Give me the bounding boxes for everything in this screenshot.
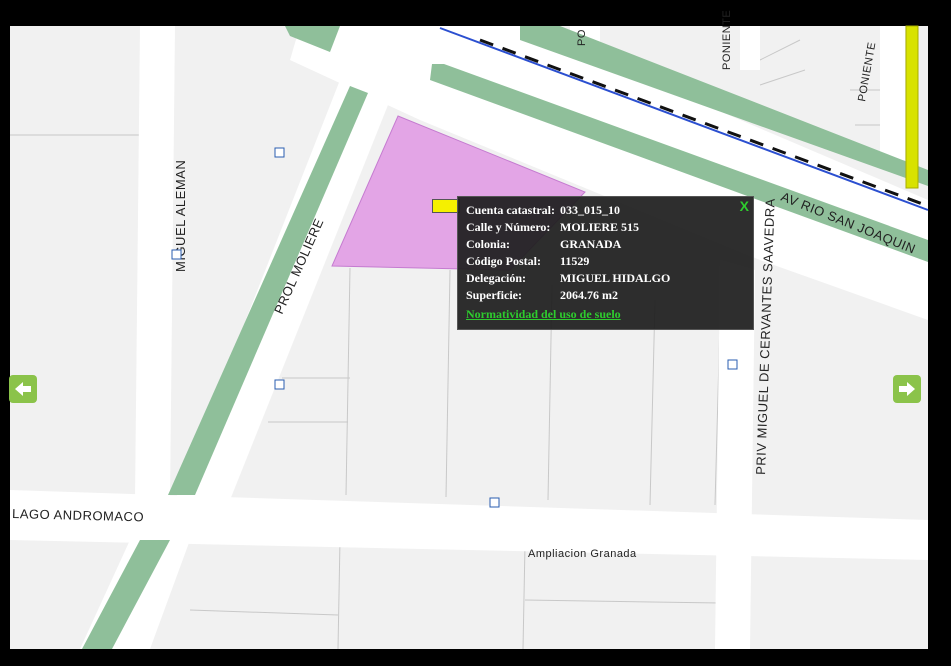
pan-right-button[interactable] [893, 375, 921, 403]
info-label: Calle y Número: [466, 220, 551, 234]
info-row-colonia: Colonia: GRANADA [466, 236, 621, 252]
info-label: Código Postal: [466, 254, 541, 268]
info-row-codigo-postal: Código Postal: 11529 [466, 253, 589, 269]
info-value: 2064.76 m2 [560, 288, 618, 302]
info-label: Cuenta catastral: [466, 203, 555, 217]
close-icon[interactable]: X [740, 198, 749, 214]
land-use-regulation-link[interactable]: Normatividad del uso de suelo [466, 307, 621, 322]
yellow-marker-line [905, 25, 919, 189]
info-row-superficie: Superficie: 2064.76 m2 [466, 287, 618, 303]
info-value: MOLIERE 515 [560, 220, 640, 234]
info-row-delegacion: Delegación: MIGUEL HIDALGO [466, 270, 670, 286]
pan-left-button[interactable] [9, 375, 37, 403]
info-label: Delegación: [466, 271, 526, 285]
street-label-poniente-partial: PO [576, 29, 588, 46]
street-label-poniente-1: PONIENTE [721, 10, 733, 70]
info-value: MIGUEL HIDALGO [560, 271, 671, 285]
info-value: GRANADA [560, 237, 622, 251]
info-row-calle-numero: Calle y Número: MOLIERE 515 [466, 219, 639, 235]
map-canvas[interactable]: AV RIO SAN JOAQUIN MIGUEL ALEMAN PROL MO… [0, 0, 951, 666]
arrow-left-icon [15, 382, 31, 396]
info-value: 11529 [560, 254, 590, 268]
parcel-info-popup: X Cuenta catastral: 033_015_10 Calle y Nú… [457, 196, 754, 330]
info-value: 033_015_10 [560, 203, 620, 217]
arrow-right-icon [899, 382, 915, 396]
info-label: Superficie: [466, 288, 522, 302]
area-label-ampliacion-granada: Ampliacion Granada [528, 548, 637, 560]
info-row-cuenta-catastral: Cuenta catastral: 033_015_10 [466, 202, 620, 218]
info-label: Colonia: [466, 237, 511, 251]
popup-pointer-icon [432, 199, 460, 213]
